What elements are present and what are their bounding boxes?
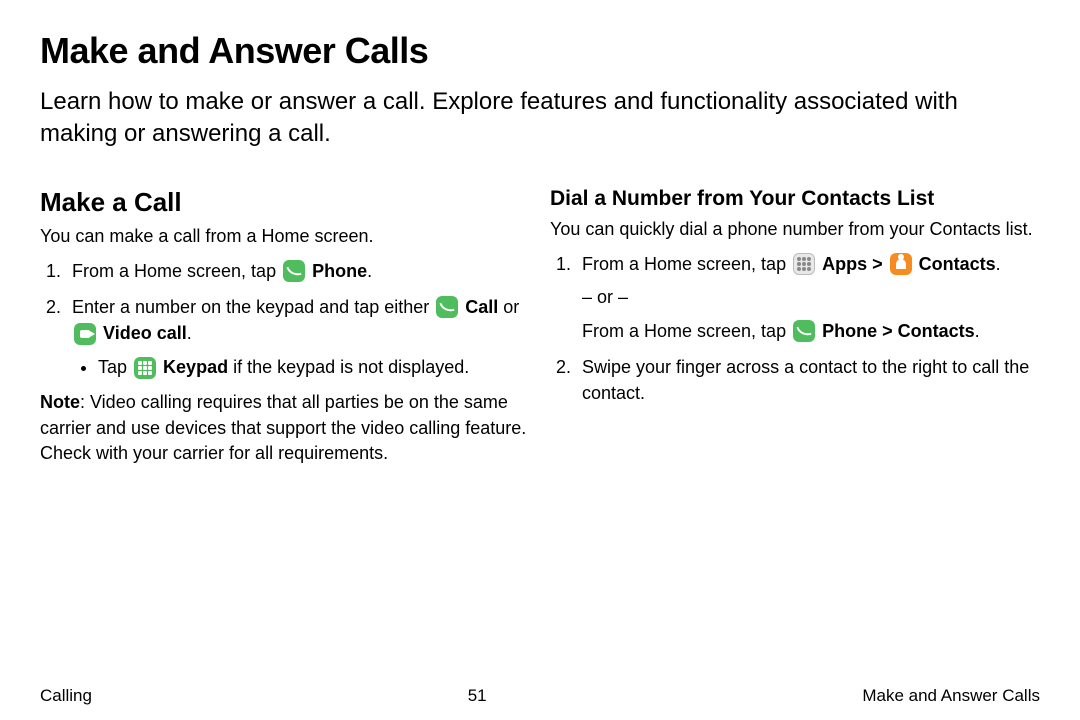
text: . <box>996 254 1001 274</box>
text: From a Home screen, tap <box>72 261 281 281</box>
make-call-heading: Make a Call <box>40 187 530 218</box>
video-call-icon <box>74 323 96 345</box>
keypad-label: Keypad <box>163 357 228 377</box>
text: or <box>498 297 519 317</box>
sub-item: Tap Keypad if the keypad is not displaye… <box>98 354 530 380</box>
footer-page-number: 51 <box>468 686 487 706</box>
video-call-label: Video call <box>103 323 187 343</box>
text: if the keypad is not displayed. <box>228 357 469 377</box>
footer-topic: Make and Answer Calls <box>862 686 1040 706</box>
footer-section: Calling <box>40 686 92 706</box>
apps-label: Apps <box>822 254 867 274</box>
make-call-lead: You can make a call from a Home screen. <box>40 224 530 248</box>
contacts-label: Contacts <box>898 321 975 341</box>
alt-path: From a Home screen, tap Phone > Contacts… <box>582 318 1040 344</box>
step-2: Enter a number on the keypad and tap eit… <box>66 294 530 380</box>
call-label: Call <box>465 297 498 317</box>
text: > <box>877 321 898 341</box>
left-column: Make a Call You can make a call from a H… <box>40 187 530 466</box>
content-columns: Make a Call You can make a call from a H… <box>40 187 1040 466</box>
text: From a Home screen, tap <box>582 321 791 341</box>
step-1: From a Home screen, tap Apps > Contacts. <box>576 251 1040 277</box>
text: Tap <box>98 357 132 377</box>
text: . <box>187 323 192 343</box>
text: From a Home screen, tap <box>582 254 791 274</box>
dial-contacts-steps-cont: Swipe your finger across a contact to th… <box>550 354 1040 406</box>
dial-contacts-lead: You can quickly dial a phone number from… <box>550 217 1040 241</box>
keypad-icon <box>134 357 156 379</box>
make-call-steps: From a Home screen, tap Phone. Enter a n… <box>40 258 530 380</box>
text: . <box>975 321 980 341</box>
dial-contacts-steps: From a Home screen, tap Apps > Contacts. <box>550 251 1040 277</box>
note-text: : Video calling requires that all partie… <box>40 392 526 462</box>
right-column: Dial a Number from Your Contacts List Yo… <box>550 187 1040 466</box>
phone-icon <box>283 260 305 282</box>
contacts-icon <box>890 253 912 275</box>
text: > <box>867 254 888 274</box>
page-title: Make and Answer Calls <box>40 30 1040 72</box>
step-1: From a Home screen, tap Phone. <box>66 258 530 284</box>
phone-label: Phone <box>822 321 877 341</box>
note-paragraph: Note: Video calling requires that all pa… <box>40 390 530 466</box>
page-footer: Calling 51 Make and Answer Calls <box>40 686 1040 706</box>
or-separator: – or – <box>582 287 1040 308</box>
text: . <box>367 261 372 281</box>
dial-contacts-heading: Dial a Number from Your Contacts List <box>550 187 1040 211</box>
step-2: Swipe your finger across a contact to th… <box>576 354 1040 406</box>
apps-icon <box>793 253 815 275</box>
phone-icon <box>793 320 815 342</box>
contacts-label: Contacts <box>919 254 996 274</box>
intro-text: Learn how to make or answer a call. Expl… <box>40 86 1020 151</box>
sub-list: Tap Keypad if the keypad is not displaye… <box>72 354 530 380</box>
phone-label: Phone <box>312 261 367 281</box>
note-label: Note <box>40 392 80 412</box>
call-icon <box>436 296 458 318</box>
text: Enter a number on the keypad and tap eit… <box>72 297 434 317</box>
